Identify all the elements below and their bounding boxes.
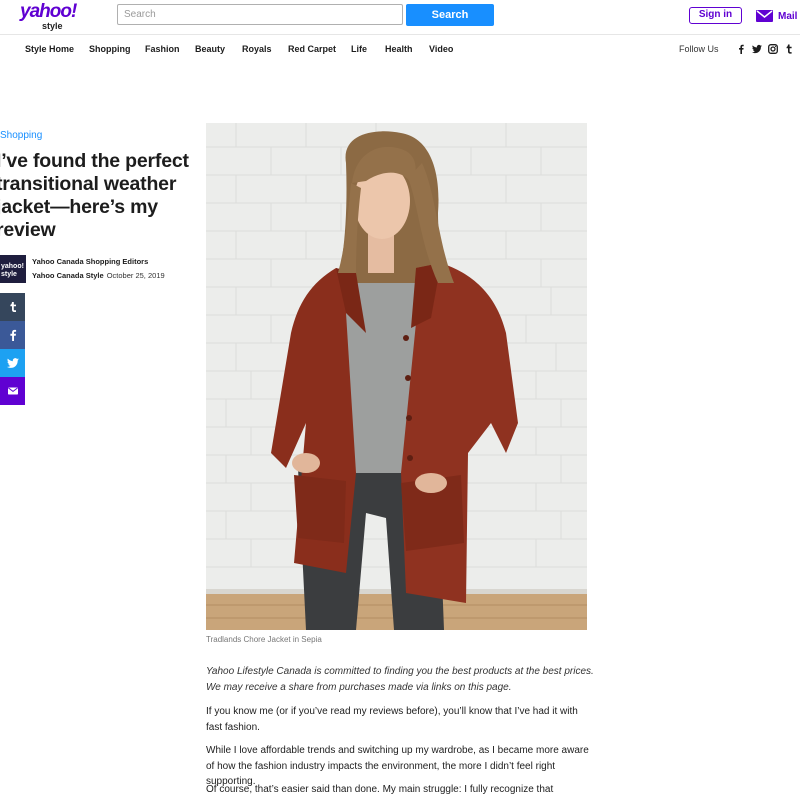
nav-item-shopping[interactable]: Shopping: [89, 41, 131, 57]
tumblr-icon: [786, 44, 792, 54]
article-paragraph: If you know me (or if you’ve read my rev…: [206, 706, 578, 733]
header-divider: [0, 34, 800, 35]
image-caption: Tradlands Chore Jacket in Sepia: [206, 635, 322, 644]
tumblr-follow-link[interactable]: [784, 44, 794, 54]
logo-main-text: yahoo!: [20, 1, 77, 22]
nav-item-red-carpet[interactable]: Red Carpet: [288, 41, 336, 57]
instagram-follow-link[interactable]: [768, 44, 778, 54]
sign-in-button[interactable]: Sign in: [689, 7, 742, 24]
article-paragraph: Of course, that’s easier said than done.…: [206, 784, 554, 795]
article-headline: I’ve found the perfect transitional weat…: [0, 150, 189, 241]
twitter-icon: [6, 358, 19, 368]
nav-item-life[interactable]: Life: [351, 41, 367, 57]
article-hero-image[interactable]: [206, 123, 587, 630]
top-bar: yahoo! style Search Sign in Mail: [0, 0, 800, 34]
nav-item-royals[interactable]: Royals: [242, 41, 272, 57]
mail-icon: [7, 387, 18, 395]
nav-item-health[interactable]: Health: [385, 41, 413, 57]
nav-item-video[interactable]: Video: [429, 41, 453, 57]
logo-sub-text: style: [42, 21, 63, 31]
twitter-icon: [752, 44, 762, 54]
author-avatar[interactable]: yahoo! style: [0, 255, 26, 283]
search-button[interactable]: Search: [406, 4, 494, 26]
facebook-icon: [739, 44, 744, 54]
tumblr-icon: [9, 302, 16, 312]
nav-item-style-home[interactable]: Style Home: [25, 41, 74, 57]
follow-us-label: Follow Us: [679, 44, 719, 54]
mail-link[interactable]: Mail: [756, 8, 797, 24]
affiliate-disclaimer: Yahoo Lifestyle Canada is committed to f…: [206, 666, 594, 693]
mail-icon: [756, 10, 773, 22]
share-tumblr-button[interactable]: [0, 293, 25, 321]
search-input[interactable]: [117, 4, 403, 25]
instagram-icon: [768, 44, 778, 54]
section-nav: Style Home Shopping Fashion Beauty Royal…: [0, 41, 800, 57]
share-twitter-button[interactable]: [0, 349, 25, 377]
share-facebook-button[interactable]: [0, 321, 25, 349]
nav-item-beauty[interactable]: Beauty: [195, 41, 225, 57]
mail-label: Mail: [778, 10, 798, 22]
woman-in-jacket-photo: [206, 123, 587, 630]
facebook-icon: [9, 329, 16, 341]
yahoo-style-logo[interactable]: yahoo! style: [20, 1, 82, 32]
twitter-follow-link[interactable]: [752, 44, 762, 54]
nav-item-fashion[interactable]: Fashion: [145, 41, 180, 57]
share-mail-button[interactable]: [0, 377, 25, 405]
source-name[interactable]: Yahoo Canada Style: [32, 271, 104, 280]
article-source: Yahoo Canada Style October 25, 2019: [32, 271, 165, 281]
article-category-link[interactable]: Shopping: [0, 130, 42, 142]
author-name[interactable]: Yahoo Canada Shopping Editors: [32, 257, 148, 267]
facebook-follow-link[interactable]: [736, 44, 746, 54]
publish-date: October 25, 2019: [106, 271, 165, 280]
